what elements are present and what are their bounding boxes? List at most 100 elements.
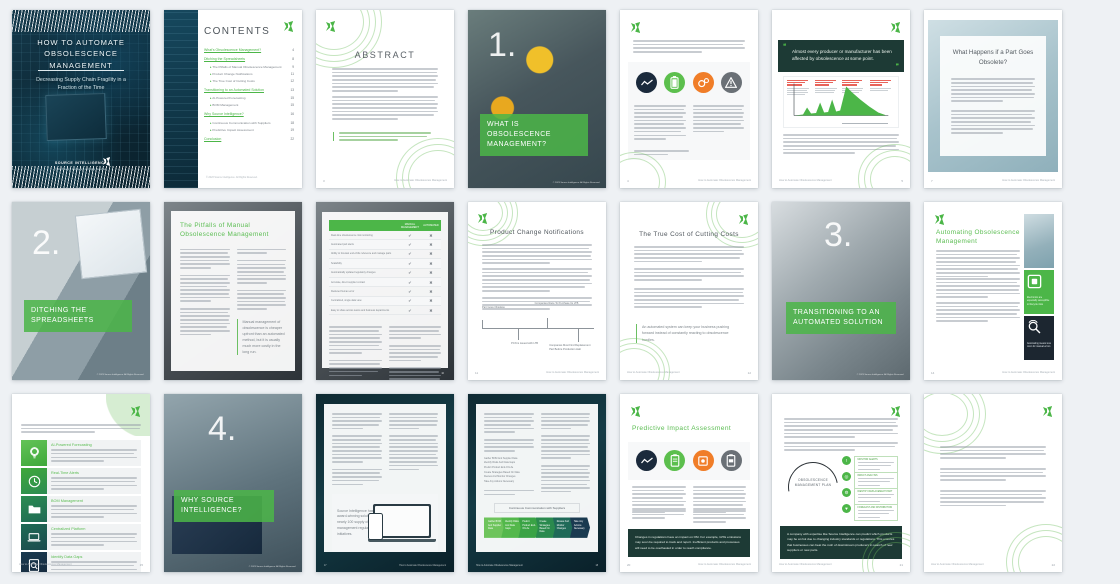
column-right <box>692 105 744 140</box>
feature-item[interactable]: AI-Powered Forecasting <box>21 440 141 466</box>
highlight-box: Changes in regulations have an impact on… <box>628 529 750 557</box>
warning-icon <box>720 72 742 93</box>
feature-text: Centralized Platform <box>47 524 141 550</box>
section-number: 2. <box>32 224 61 262</box>
page-true-cost[interactable]: The True Cost of Cutting Costs An automa… <box>620 202 758 380</box>
page-automating[interactable]: Automating Obsolescence Management Elect… <box>924 202 1062 380</box>
page-part-obsolete[interactable]: What Happens if a Part Goes Obsolete? 7 … <box>924 10 1062 188</box>
intro-paragraph <box>633 40 745 53</box>
page-continuous-comm[interactable]: Gather BOM And Supplier Data Identify Ri… <box>468 394 606 572</box>
cross-icon: ✖ <box>420 268 441 278</box>
alert-icon: ! <box>842 456 851 465</box>
page-abstract[interactable]: ABSTRACT 3 How to Automate Obsolescence … <box>316 10 454 188</box>
check-icon: ✔ <box>398 286 421 297</box>
table-header-row: MANUAL MANAGEMENT AUTOMATED <box>329 220 441 231</box>
page-features[interactable]: AI-Powered Forecasting Real-Time Alerts <box>12 394 150 572</box>
brand-logo-icon <box>631 22 640 33</box>
toc-label: The Pitfalls of Manual Obsolescence Mana… <box>210 65 281 69</box>
toc-subitem[interactable]: AI-Powered Forecasting 15 <box>204 96 294 100</box>
process-diagram: Continuous Communication with Suppliers … <box>484 503 591 538</box>
step-item: Take Any Actions Necessary <box>484 480 515 484</box>
cross-icon: ✖ <box>420 286 441 297</box>
toc-label: Product Change Notifications <box>210 72 252 76</box>
page-thumbnail-cell: Gather BOM And Supplier Data Identify Ri… <box>462 394 612 584</box>
page-comparison-table[interactable]: MANUAL MANAGEMENT AUTOMATED Real-time ob… <box>316 202 454 380</box>
footer-text: How to Automate Obsolescence Management <box>394 179 447 183</box>
page-section-2[interactable]: 2. DITCHING THE SPREADSHEETS © 2023 Sour… <box>12 202 150 380</box>
feature-item[interactable]: Real-Time Alerts <box>21 468 141 494</box>
cross-icon: ✖ <box>420 296 441 307</box>
page-predictive[interactable]: Predictive Impact Assessment Changes in … <box>620 394 758 572</box>
feature-title: Centralized Platform <box>51 527 86 531</box>
abstract-paragraph-2 <box>332 96 438 120</box>
column-left <box>332 413 382 486</box>
page-conclusion[interactable]: How to Automate Obsolescence Management … <box>924 394 1062 572</box>
section-title-band: WHAT IS OBSOLESCENCE MANAGEMENT? <box>480 114 588 156</box>
page-thumbnail-cell: CONTENTS What's Obsolescence Management?… <box>158 10 308 200</box>
page-copyright: © 2023 Source Intelligence. All Rights R… <box>248 566 296 568</box>
toc-subitem[interactable]: Predictive Impact Assessment 19 <box>204 128 294 132</box>
toc-page: 18 <box>290 120 294 125</box>
page-footer: 7 How to Automate Obsolescence Managemen… <box>931 179 1055 183</box>
page-pcn[interactable]: Product Change Notifications Part Goes O… <box>468 202 606 380</box>
page-section-4[interactable]: 4. WHY SOURCE INTELLIGENCE? © 2023 Sourc… <box>164 394 302 572</box>
clipboard-icon <box>664 450 686 471</box>
toc-item[interactable]: Why Source Intelligence? 16 <box>204 112 294 116</box>
trend-icon <box>636 72 657 93</box>
footer-text: How to Automate Obsolescence Management <box>779 563 832 567</box>
feature-item[interactable]: BOM Management <box>21 496 141 522</box>
toc-subitem[interactable]: Product Change Notifications 11 <box>204 72 294 76</box>
toc-item[interactable]: Conclusion 22 <box>204 137 294 141</box>
toc-subitem[interactable]: The True Cost of Cutting Costs 12 <box>204 79 294 83</box>
page-number: 5 <box>901 179 903 183</box>
toc-subitem[interactable]: The Pitfalls of Manual Obsolescence Mana… <box>204 65 294 69</box>
section-number: 3. <box>824 216 853 254</box>
feature-list: AI-Powered Forecasting Real-Time Alerts <box>21 440 141 572</box>
toc-label: Continuous Communication with Suppliers <box>210 121 270 125</box>
toc-item[interactable]: What's Obsolescence Management? 4 <box>204 48 294 52</box>
check-icon: ✔ <box>398 231 421 241</box>
toc-item[interactable]: Ditching the Spreadsheets 8 <box>204 57 294 61</box>
page-section-3[interactable]: 3. TRANSITIONING TO AN AUTOMATED SOLUTIO… <box>772 202 910 380</box>
page-om-plan[interactable]: OBSOLESCENCE MANAGEMENT PLAN ! MONITOR A… <box>772 394 910 572</box>
promo-panel: Source Intelligence has award-winning so… <box>332 494 438 553</box>
page-om-intro[interactable]: 4 How to Automate Obsolescence Managemen… <box>620 10 758 188</box>
page-pitfalls[interactable]: The Pitfalls of Manual Obsolescence Mana… <box>164 202 302 380</box>
toc-label: Ditching the Spreadsheets <box>204 57 246 61</box>
page-number: 17 <box>324 565 327 567</box>
feature-item[interactable]: Centralized Platform <box>21 524 141 550</box>
check-icon: ✔ <box>398 239 421 250</box>
page-thumbnail-cell: Product Change Notifications Part Goes O… <box>462 202 612 392</box>
page-section-1[interactable]: 1. WHAT IS OBSOLESCENCE MANAGEMENT? © 20… <box>468 10 606 188</box>
timeline-tick <box>578 328 580 342</box>
brand-logo-icon <box>131 406 140 417</box>
chevron-steps: Gather BOM And Supplier Data Identify Ri… <box>484 517 591 538</box>
cross-icon: ✖ <box>420 277 441 288</box>
toc-subitem[interactable]: BOM Management 15 <box>204 103 294 107</box>
swoosh-decoration <box>468 202 518 246</box>
diagram-title: Continuous Communication with Suppliers <box>494 503 580 514</box>
table-col-header <box>329 220 399 231</box>
page-copyright: © 2023 Source Intelligence. All Rights R… <box>552 182 600 184</box>
page-cover[interactable]: HOW TO AUTOMATE OBSOLESCENCE MANAGEMENT … <box>12 10 150 188</box>
search-refresh-icon <box>1027 319 1051 340</box>
chart-xaxis-label <box>842 123 888 124</box>
toc-page: 12 <box>290 79 294 84</box>
card-heading: What Happens if a Part Goes Obsolete? <box>952 49 1034 66</box>
page-contents[interactable]: CONTENTS What's Obsolescence Management?… <box>164 10 302 188</box>
page-number: 11 <box>475 371 479 375</box>
page-thumbnail-cell: What Happens if a Part Goes Obsolete? 7 … <box>918 10 1068 200</box>
timeline-label: Companies Must Find Replacement Part Bef… <box>549 344 591 351</box>
page-awards[interactable]: Source Intelligence has award-winning so… <box>316 394 454 572</box>
plan-node: ⚙ IDENTIFY REPLACEMENT PART <box>842 488 898 505</box>
brand-logo-icon <box>891 406 900 417</box>
chart-plot-area <box>793 83 889 116</box>
chevron-step: Predict Product End-Of-Life <box>518 517 539 538</box>
page-quote-chart[interactable]: ❝ ❞ Almost every producer or manufacture… <box>772 10 910 188</box>
cross-icon: ✖ <box>420 305 441 316</box>
toc-subitem[interactable]: Continuous Communication with Suppliers … <box>204 121 294 125</box>
feature-item[interactable]: Identify Data Gaps <box>21 552 141 572</box>
page-heading: The Pitfalls of Manual Obsolescence Mana… <box>180 222 269 239</box>
two-column-text <box>634 105 744 140</box>
toc-item[interactable]: Transitioning to an Automated Solution 1… <box>204 88 294 92</box>
